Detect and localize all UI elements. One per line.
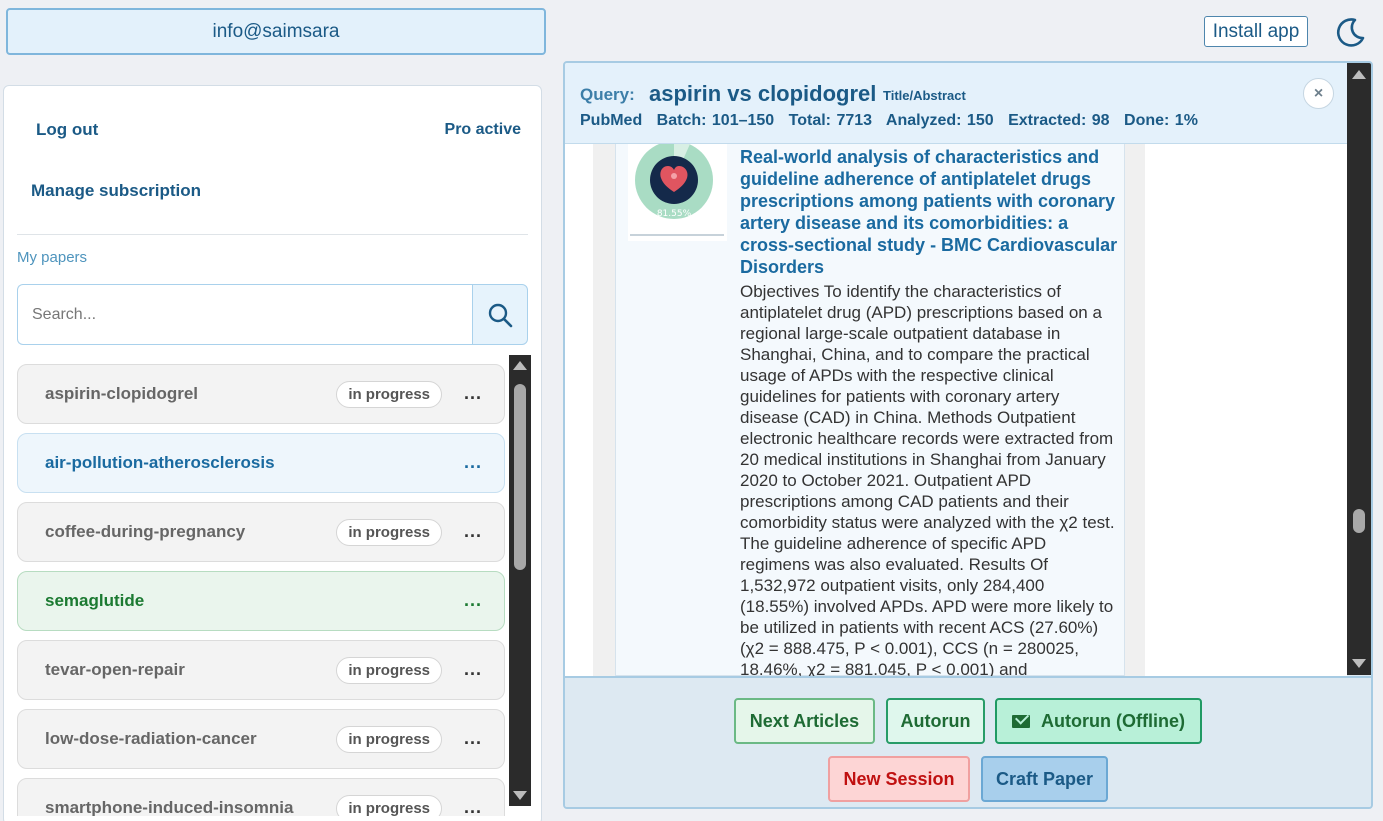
action-bar: Next Articles Autorun Autorun (Offline) … xyxy=(565,676,1371,807)
scroll-up-arrow-icon[interactable] xyxy=(1352,70,1366,79)
divider xyxy=(17,234,528,235)
paper-search xyxy=(17,284,528,345)
query-label: Query: xyxy=(580,85,635,104)
article-viewer: 81.55% Real-world analysis of characteri… xyxy=(565,144,1347,676)
extracted-stat: Extracted: 98 xyxy=(1008,112,1110,129)
autorun-offline-button[interactable]: Autorun (Offline) xyxy=(995,698,1202,744)
article-abstract: Objectives To identify the characteristi… xyxy=(740,282,1115,676)
more-menu-icon[interactable]: ... xyxy=(464,590,482,611)
my-papers-heading: My papers xyxy=(17,249,88,266)
mail-icon xyxy=(1012,714,1031,728)
paper-item-air-pollution-atherosclerosis[interactable]: air-pollution-atherosclerosis ... xyxy=(17,433,505,493)
paper-name: coffee-during-pregnancy xyxy=(45,522,246,541)
scroll-thumb[interactable] xyxy=(1353,509,1365,533)
more-menu-icon[interactable]: ... xyxy=(464,797,482,816)
manage-subscription-link[interactable]: Manage subscription xyxy=(31,181,201,201)
paper-name: tevar-open-repair xyxy=(45,660,185,679)
source-label: PubMed xyxy=(580,112,643,129)
search-icon xyxy=(488,303,513,327)
account-email-bar[interactable]: info@saimsara xyxy=(6,8,546,55)
logout-button[interactable]: Log out xyxy=(36,120,98,140)
article-title-link[interactable]: Real-world analysis of characteristics a… xyxy=(740,146,1120,278)
analyzed-stat: Analyzed: 150 xyxy=(885,112,994,129)
paper-item-aspirin-clopidogrel[interactable]: aspirin-clopidogrel in progress ... xyxy=(17,364,505,424)
article-thumbnail-image: 81.55% xyxy=(628,144,727,241)
search-button[interactable] xyxy=(472,284,528,345)
new-session-button[interactable]: New Session xyxy=(828,756,970,802)
paper-name: aspirin-clopidogrel xyxy=(45,384,199,403)
article-scrollbar[interactable] xyxy=(1347,63,1371,675)
install-app-button[interactable]: Install app xyxy=(1204,16,1308,47)
moon-icon[interactable] xyxy=(1333,15,1367,49)
batch-stat: Batch: 101–150 xyxy=(656,112,775,129)
papers-list: aspirin-clopidogrel in progress ... air-… xyxy=(17,356,505,816)
status-badge: in progress xyxy=(336,726,442,753)
status-badge: in progress xyxy=(336,657,442,684)
session-stats: PubMed Batch: 101–150 Total: 7713 Analyz… xyxy=(580,112,1207,130)
paper-name: smartphone-induced-insomnia xyxy=(45,798,294,816)
thumbnail-percentage: 81.55% xyxy=(657,209,692,219)
more-menu-icon[interactable]: ... xyxy=(464,521,482,542)
paper-item-tevar-open-repair[interactable]: tevar-open-repair in progress ... xyxy=(17,640,505,700)
paper-name: semaglutide xyxy=(45,591,145,610)
paper-name: low-dose-radiation-cancer xyxy=(45,729,257,748)
session-header: Query: aspirin vs clopidogrel Title/Abst… xyxy=(565,63,1347,144)
scroll-thumb[interactable] xyxy=(514,384,526,570)
plan-status: Pro active xyxy=(444,121,521,138)
more-menu-icon[interactable]: ... xyxy=(464,659,482,680)
paper-item-smartphone-induced-insomnia[interactable]: smartphone-induced-insomnia in progress … xyxy=(17,778,505,816)
paper-name: air-pollution-atherosclerosis xyxy=(45,453,275,472)
next-articles-button[interactable]: Next Articles xyxy=(734,698,875,744)
craft-paper-button[interactable]: Craft Paper xyxy=(981,756,1108,802)
papers-scrollbar[interactable] xyxy=(509,355,531,806)
done-stat: Done: 1% xyxy=(1124,112,1198,129)
scroll-down-arrow-icon[interactable] xyxy=(1352,659,1366,668)
more-menu-icon[interactable]: ... xyxy=(464,728,482,749)
paper-item-semaglutide[interactable]: semaglutide ... xyxy=(17,571,505,631)
scroll-down-arrow-icon[interactable] xyxy=(513,791,527,800)
close-icon: × xyxy=(1313,84,1324,102)
sidebar-panel: Log out Pro active Manage subscription M… xyxy=(3,85,542,821)
session-panel: Query: aspirin vs clopidogrel Title/Abst… xyxy=(563,61,1373,809)
paper-item-coffee-during-pregnancy[interactable]: coffee-during-pregnancy in progress ... xyxy=(17,502,505,562)
scroll-up-arrow-icon[interactable] xyxy=(513,361,527,370)
status-badge: in progress xyxy=(336,519,442,546)
status-badge: in progress xyxy=(336,795,442,816)
search-input[interactable] xyxy=(17,284,472,345)
total-stat: Total: 7713 xyxy=(788,112,873,129)
autorun-offline-label: Autorun (Offline) xyxy=(1041,710,1185,731)
autorun-button[interactable]: Autorun xyxy=(886,698,985,744)
more-menu-icon[interactable]: ... xyxy=(464,383,482,404)
query-scope: Title/Abstract xyxy=(883,88,966,103)
query-text: aspirin vs clopidogrel xyxy=(649,81,877,106)
status-badge: in progress xyxy=(336,381,442,408)
paper-item-low-dose-radiation-cancer[interactable]: low-dose-radiation-cancer in progress ..… xyxy=(17,709,505,769)
close-button[interactable]: × xyxy=(1303,78,1334,109)
more-menu-icon[interactable]: ... xyxy=(464,452,482,473)
